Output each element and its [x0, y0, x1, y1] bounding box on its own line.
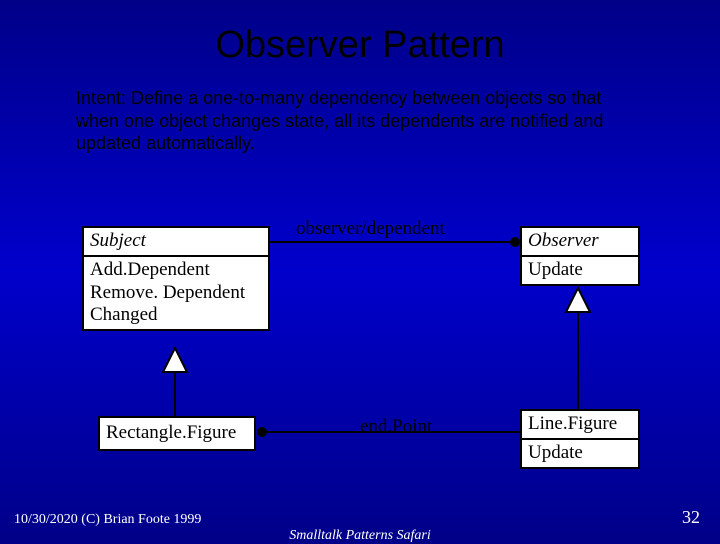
page-title: Observer Pattern	[0, 0, 720, 67]
class-observer-method: Update	[528, 259, 632, 282]
relation-observer-dependent: observer/dependent	[296, 218, 445, 240]
relation-end-point: end.Point	[360, 416, 432, 438]
class-subject-name: Subject	[90, 230, 262, 253]
intent-text: Intent: Define a one-to-many dependency …	[0, 67, 720, 155]
class-observer: Observer Update	[520, 226, 640, 286]
class-line-figure-name: Line.Figure	[528, 413, 632, 436]
class-line-figure-method: Update	[528, 442, 632, 465]
class-rectangle-figure: Rectangle.Figure	[98, 416, 256, 451]
class-line-figure: Line.Figure Update	[520, 409, 640, 469]
class-subject: Subject Add.Dependent Remove. Dependent …	[82, 226, 270, 331]
class-rectangle-figure-name: Rectangle.Figure	[106, 422, 248, 445]
intent-label: Intent:	[76, 88, 131, 108]
intent-body: Define a one-to-many dependency between …	[76, 88, 603, 153]
class-subject-method-1: Remove. Dependent	[90, 282, 262, 305]
class-subject-method-2: Changed	[90, 304, 262, 327]
footer-page-number: 32	[682, 507, 700, 528]
class-observer-name: Observer	[528, 230, 632, 253]
footer-center: Smalltalk Patterns Safari	[0, 528, 720, 544]
class-subject-method-0: Add.Dependent	[90, 259, 262, 282]
footer-date-copyright: 10/30/2020 (C) Brian Foote 1999	[14, 512, 201, 528]
